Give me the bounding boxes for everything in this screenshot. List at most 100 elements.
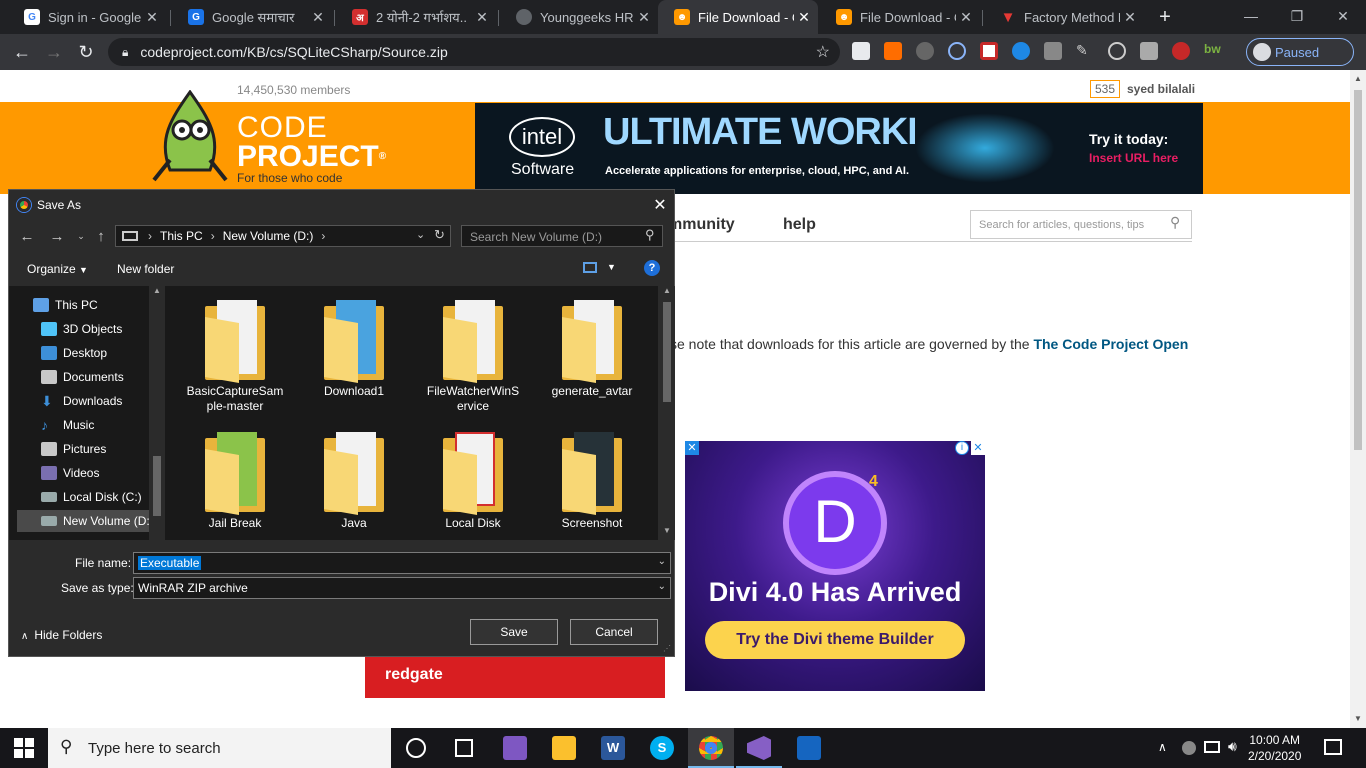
breadcrumb-this-pc[interactable]: This PC xyxy=(160,229,203,243)
nav-community[interactable]: mmunity xyxy=(668,216,735,234)
tray-icon[interactable] xyxy=(1182,741,1196,755)
extension-icon[interactable] xyxy=(980,42,998,60)
new-folder-button[interactable]: New folder xyxy=(117,262,174,276)
folder-item[interactable]: Jail Break xyxy=(180,432,290,531)
camera-icon[interactable] xyxy=(1140,42,1158,60)
resize-grip-icon[interactable]: ⋰ xyxy=(663,644,671,653)
close-tab-icon[interactable]: ✕ xyxy=(1120,9,1140,26)
folder-item[interactable]: BasicCaptureSam ple-master xyxy=(180,300,290,414)
extension-icon[interactable] xyxy=(1012,42,1030,60)
ad-dismiss-icon[interactable]: ✕ xyxy=(971,441,985,455)
codeproject-mascot-logo[interactable] xyxy=(150,90,230,190)
tree-item-this-pc[interactable]: This PC xyxy=(33,294,98,316)
back-icon[interactable]: ← xyxy=(15,226,39,246)
system-clock[interactable]: 10:00 AM 2/20/2020 xyxy=(1248,732,1301,764)
cancel-button[interactable]: Cancel xyxy=(570,619,658,645)
ad-info-icon[interactable]: i xyxy=(955,441,969,455)
notifications-icon[interactable] xyxy=(1324,739,1342,755)
close-tab-icon[interactable]: ✕ xyxy=(142,9,162,26)
file-explorer-icon[interactable] xyxy=(552,736,576,760)
volume-icon[interactable]: 🔊︎ xyxy=(1228,738,1237,755)
extension-icon[interactable] xyxy=(916,42,934,60)
chevron-down-icon[interactable]: ▼ xyxy=(607,262,616,272)
visual-studio-taskbar-button[interactable] xyxy=(736,728,782,768)
save-type-select[interactable]: WinRAR ZIP archive ⌄ xyxy=(133,577,671,599)
skype-icon[interactable]: S xyxy=(650,736,674,760)
tree-item-videos[interactable]: Videos xyxy=(41,462,99,484)
eyedropper-icon[interactable]: ✎ xyxy=(1076,42,1094,60)
scroll-thumb[interactable] xyxy=(663,302,671,402)
tree-item-documents[interactable]: Documents xyxy=(41,366,124,388)
site-search-input[interactable]: Search for articles, questions, tips xyxy=(970,210,1192,239)
scroll-down-icon[interactable]: ▼ xyxy=(1354,714,1362,723)
page-scrollbar[interactable]: ▲ ▼ xyxy=(1350,70,1366,728)
windows-start-icon[interactable] xyxy=(14,738,34,758)
breadcrumb-new-volume[interactable]: New Volume (D:) xyxy=(223,229,314,243)
organize-button[interactable]: Organize ▼ xyxy=(27,262,88,276)
save-button[interactable]: Save xyxy=(470,619,558,645)
codeproject-logo-text[interactable]: CODE PROJECT® For those who code xyxy=(237,113,386,185)
reload-icon[interactable]: ↻ xyxy=(70,34,102,70)
tree-item-pictures[interactable]: Pictures xyxy=(41,438,106,460)
nav-help[interactable]: help xyxy=(783,216,816,234)
forward-icon[interactable]: → xyxy=(38,34,70,70)
intel-banner-ad[interactable]: intel Software ULTIMATE WORKHORSE Accele… xyxy=(475,103,1203,194)
dialog-title-bar[interactable]: Save As xyxy=(9,190,674,220)
folder-item[interactable]: Screenshot xyxy=(537,432,647,531)
tree-item-3d-objects[interactable]: 3D Objects xyxy=(41,318,122,340)
chevron-down-icon[interactable]: ⌄ xyxy=(416,228,425,241)
close-tab-icon[interactable]: ✕ xyxy=(794,9,814,26)
tree-item-music[interactable]: ♪ Music xyxy=(41,414,94,436)
username-link[interactable]: syed bilalali xyxy=(1127,82,1195,96)
ad-cta-button[interactable]: Try the Divi theme Builder xyxy=(705,621,965,659)
help-icon[interactable]: ? xyxy=(644,260,660,276)
tab-younggeeks[interactable]: Younggeeks HRM ✕ xyxy=(500,0,658,34)
address-bar[interactable]: 🔒︎ codeproject.com/KB/cs/SQLiteCSharp/So… xyxy=(108,38,840,66)
dialog-close-icon[interactable]: ✕ xyxy=(645,190,675,220)
chevron-up-icon[interactable]: ∧ xyxy=(1158,740,1167,754)
file-name-input[interactable]: Executable ⌄ xyxy=(133,552,671,574)
app-icon[interactable] xyxy=(797,736,821,760)
close-tab-icon[interactable]: ✕ xyxy=(472,9,492,26)
tab-factory-method[interactable]: ▼ Factory Method D ✕ xyxy=(984,0,1144,34)
restore-icon[interactable]: ❐ xyxy=(1274,0,1320,32)
tab-file-download[interactable]: ☻ File Download - C ✕ xyxy=(820,0,980,34)
network-icon[interactable] xyxy=(1204,741,1220,753)
refresh-icon[interactable]: ↻ xyxy=(434,227,445,243)
folder-item[interactable]: Local Disk xyxy=(418,432,528,531)
file-list-scrollbar[interactable]: ▲ ▼ xyxy=(659,286,675,540)
tree-item-desktop[interactable]: Desktop xyxy=(41,342,107,364)
window-close-icon[interactable]: ✕ xyxy=(1320,0,1366,32)
tree-item-new-volume-d[interactable]: New Volume (D: xyxy=(17,510,157,532)
task-view-icon[interactable] xyxy=(455,739,473,757)
bookmark-star-icon[interactable]: ☆ xyxy=(816,42,830,62)
up-folder-icon[interactable]: ↑ xyxy=(89,226,113,246)
ad-close-icon[interactable]: ✕ xyxy=(685,441,699,455)
close-tab-icon[interactable]: ✕ xyxy=(956,9,976,26)
minimize-icon[interactable]: — xyxy=(1228,0,1274,32)
search-icon[interactable]: ⚲ xyxy=(1170,214,1180,231)
view-options-icon[interactable] xyxy=(583,262,597,273)
close-tab-icon[interactable]: ✕ xyxy=(634,9,654,26)
navigation-scrollbar[interactable]: ▲ xyxy=(149,286,165,540)
tab-google-signin[interactable]: G Sign in - Google A ✕ xyxy=(8,0,166,34)
app-stack-icon[interactable] xyxy=(503,736,527,760)
folder-search-input[interactable]: Search New Volume (D:) xyxy=(461,225,663,247)
new-tab-button[interactable]: + xyxy=(1152,4,1178,30)
close-tab-icon[interactable]: ✕ xyxy=(308,9,328,26)
divi-ad[interactable]: ✕ i ✕ D 4 Divi 4.0 Has Arrived Try the D… xyxy=(685,441,985,691)
cortana-icon[interactable] xyxy=(406,738,426,758)
chevron-down-icon[interactable]: ⌄ xyxy=(658,556,666,567)
folder-item[interactable]: Download1 xyxy=(299,300,409,399)
cloud-extension-icon[interactable] xyxy=(948,42,966,60)
bug-icon[interactable] xyxy=(1172,42,1190,60)
profile-button[interactable]: Paused xyxy=(1246,38,1354,66)
scroll-thumb[interactable] xyxy=(1354,90,1362,450)
word-icon[interactable]: W xyxy=(601,736,625,760)
scroll-up-icon[interactable]: ▲ xyxy=(1354,74,1362,83)
scroll-thumb[interactable] xyxy=(153,456,161,516)
chevron-down-icon[interactable]: ⌄ xyxy=(658,581,666,592)
scroll-down-icon[interactable]: ▼ xyxy=(663,526,671,535)
chrome-taskbar-button[interactable] xyxy=(688,728,734,768)
scroll-up-icon[interactable]: ▲ xyxy=(153,286,161,295)
